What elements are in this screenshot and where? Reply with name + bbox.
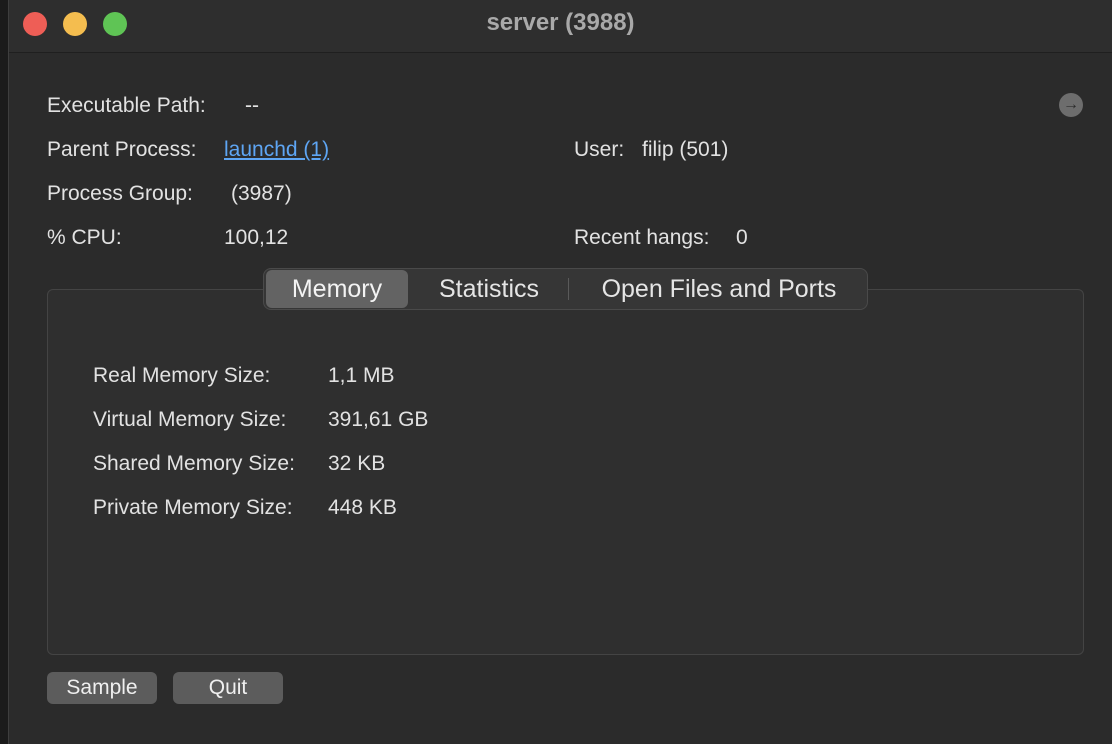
titlebar: server (3988): [9, 0, 1112, 53]
tab-memory[interactable]: Memory: [266, 270, 408, 308]
real-memory-value: 1,1 MB: [328, 364, 395, 387]
user-value: filip (501): [642, 138, 729, 161]
user-label: User:: [574, 138, 625, 161]
recent-hangs-label: Recent hangs:: [574, 226, 710, 249]
virtual-memory-value: 391,61 GB: [328, 408, 429, 431]
tab-bar: Memory Statistics Open Files and Ports: [263, 268, 868, 310]
parent-process-label: Parent Process:: [47, 138, 197, 161]
process-info-window: server (3988) Executable Path: -- → Pare…: [8, 0, 1112, 744]
recent-hangs-value: 0: [736, 226, 748, 249]
tab-open-files-and-ports[interactable]: Open Files and Ports: [574, 270, 864, 308]
cpu-value: 100,12: [224, 226, 289, 249]
executable-path-value: --: [245, 94, 259, 117]
sample-button[interactable]: Sample: [47, 672, 157, 704]
cpu-label: % CPU:: [47, 226, 122, 249]
tab-statistics[interactable]: Statistics: [414, 270, 564, 308]
shared-memory-value: 32 KB: [328, 452, 386, 475]
private-memory-label: Private Memory Size:: [93, 496, 293, 519]
virtual-memory-label: Virtual Memory Size:: [93, 408, 287, 431]
process-group-value: (3987): [231, 182, 292, 205]
private-memory-value: 448 KB: [328, 496, 397, 519]
parent-process-link[interactable]: launchd (1): [224, 138, 329, 162]
tab-separator: [568, 278, 569, 300]
real-memory-label: Real Memory Size:: [93, 364, 271, 387]
quit-button[interactable]: Quit: [173, 672, 283, 704]
shared-memory-label: Shared Memory Size:: [93, 452, 295, 475]
executable-path-label: Executable Path:: [47, 94, 206, 117]
background-window-edge: [0, 0, 8, 744]
reveal-arrow-icon[interactable]: →: [1059, 93, 1083, 117]
process-group-label: Process Group:: [47, 182, 193, 205]
window-title: server (3988): [486, 9, 635, 36]
